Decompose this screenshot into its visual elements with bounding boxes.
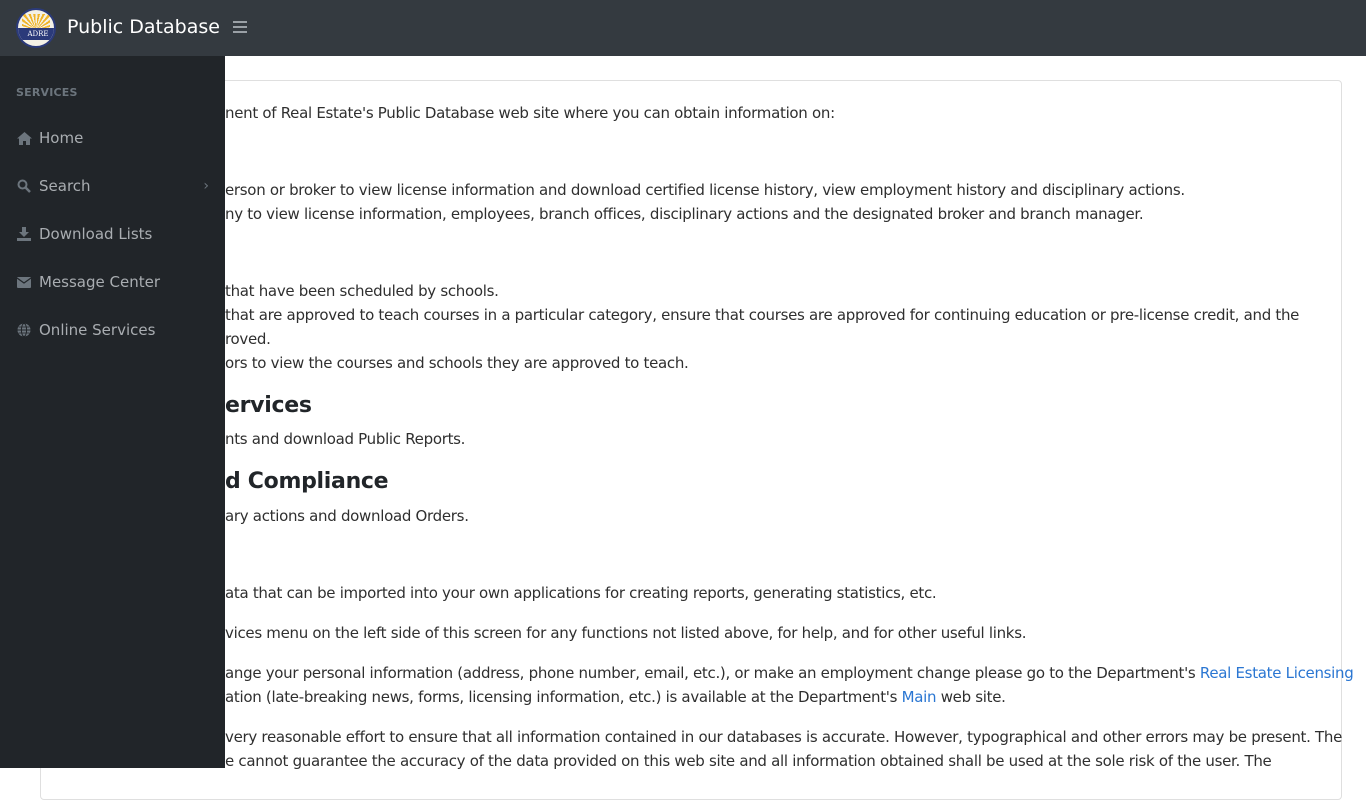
disclaimer-text: very reasonable effort to ensure that al…: [225, 728, 1343, 746]
app-title[interactable]: Public Database: [67, 14, 220, 40]
menu-text: vices menu on the left side of this scre…: [225, 624, 1027, 642]
education-item: roved.: [225, 330, 271, 348]
real-estate-licensing-link[interactable]: Real Estate Licensing: [1200, 664, 1354, 682]
adre-logo[interactable]: ADRE: [16, 8, 56, 48]
download-icon: [16, 226, 32, 242]
lists-text: ata that can be imported into your own a…: [225, 584, 937, 602]
web-site-text: web site.: [936, 688, 1006, 706]
licensing-item: erson or broker to view license informat…: [225, 181, 1185, 199]
education-item: that are approved to teach courses in a …: [225, 306, 1300, 324]
top-navbar: ADRE Public Database: [0, 0, 1366, 56]
sidebar-item-label: Home: [39, 129, 84, 147]
sidebar-item-home[interactable]: Home: [0, 118, 225, 158]
sidebar-item-search[interactable]: Search ›: [0, 166, 225, 206]
hamburger-icon[interactable]: [233, 20, 247, 34]
main-site-text: ation (late-breaking news, forms, licens…: [225, 686, 1006, 708]
change-info-text: ange your personal information (address,…: [225, 662, 1354, 684]
services-heading: ervices: [225, 393, 312, 418]
sidebar-item-download-lists[interactable]: Download Lists: [0, 214, 225, 254]
services-text: nts and download Public Reports.: [225, 430, 466, 448]
chevron-right-icon: ›: [203, 178, 209, 194]
globe-icon: [16, 322, 32, 338]
sidebar-item-label: Search: [39, 177, 91, 195]
licensing-item: ny to view license information, employee…: [225, 205, 1144, 223]
sidebar: SERVICES Home Search › Download Lists Me…: [0, 56, 225, 768]
sidebar-item-label: Message Center: [39, 273, 160, 291]
sidebar-item-online-services[interactable]: Online Services: [0, 310, 225, 350]
sidebar-item-message-center[interactable]: Message Center: [0, 262, 225, 302]
compliance-heading: d Compliance: [225, 469, 389, 494]
compliance-text: ary actions and download Orders.: [225, 507, 469, 525]
home-icon: [16, 130, 32, 146]
envelope-icon: [16, 274, 32, 290]
sidebar-item-label: Download Lists: [39, 225, 153, 243]
change-text: ange your personal information (address,…: [225, 664, 1200, 682]
sidebar-section-label: SERVICES: [16, 86, 78, 99]
education-item: that have been scheduled by schools.: [225, 282, 499, 300]
info-text: ation (late-breaking news, forms, licens…: [225, 688, 902, 706]
disclaimer-text: e cannot guarantee the accuracy of the d…: [225, 752, 1272, 770]
logo-text: ADRE: [18, 28, 54, 40]
main-site-link[interactable]: Main: [902, 688, 937, 706]
education-item: ors to view the courses and schools they…: [225, 354, 689, 372]
search-icon: [16, 178, 32, 194]
intro-text: nent of Real Estate's Public Database we…: [225, 104, 835, 122]
sidebar-item-label: Online Services: [39, 321, 156, 339]
